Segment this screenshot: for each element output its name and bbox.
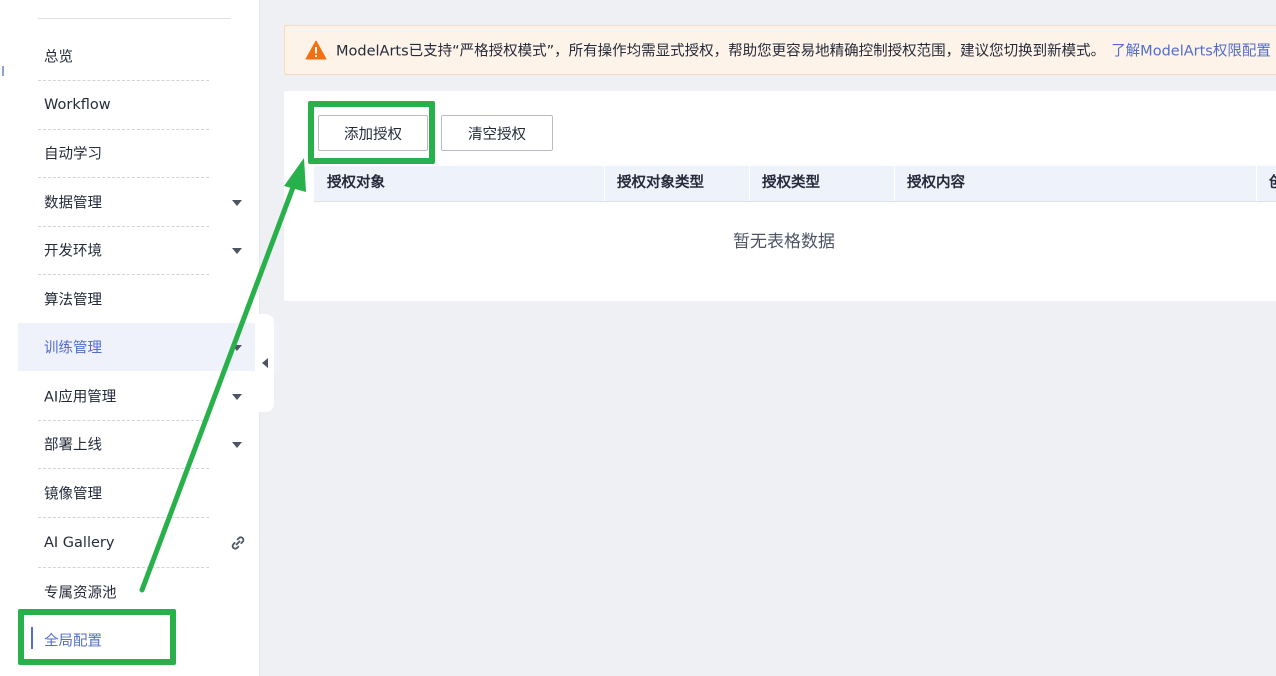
sidebar-item-label: 自动学习 — [44, 146, 102, 163]
left-rail — [0, 0, 18, 676]
column-header[interactable]: 授权类型 — [749, 166, 820, 201]
sidebar-item-image-management[interactable]: 镜像管理 — [38, 469, 259, 518]
notice-banner: ModelArts已支持“严格授权模式”，所有操作均需显式授权，帮助您更容易地精… — [284, 25, 1276, 75]
column-header[interactable]: 授权对象 — [327, 166, 385, 201]
notice-link[interactable]: 了解ModelArts权限配置 — [1111, 44, 1271, 60]
sidebar-item-ai-gallery[interactable]: AI Gallery — [38, 519, 259, 568]
sidebar-item-label: AI应用管理 — [44, 389, 117, 406]
sidebar-item-label: 总览 — [44, 49, 73, 66]
chevron-left-icon — [262, 358, 268, 368]
sidebar-item-label: 部署上线 — [44, 437, 102, 454]
sidebar-item-label: 算法管理 — [44, 292, 102, 309]
sidebar-item-label: 训练管理 — [44, 340, 102, 357]
column-header[interactable]: 授权内容 — [894, 166, 965, 201]
sidebar-item-workflow[interactable]: Workflow — [38, 81, 259, 130]
chevron-down-icon — [232, 442, 242, 448]
clear-authorization-button[interactable]: 清空授权 — [441, 115, 553, 151]
highlight-box-global-config — [18, 609, 176, 665]
chevron-down-icon — [232, 345, 242, 351]
sidebar-item-label: AI Gallery — [44, 535, 115, 551]
column-header[interactable]: 创 — [1256, 166, 1276, 201]
column-separator — [749, 166, 750, 201]
sidebar-item-dev-environment[interactable]: 开发环境 — [38, 226, 259, 275]
sidebar-item-data-management[interactable]: 数据管理 — [38, 178, 259, 227]
chevron-down-icon — [232, 248, 242, 254]
column-separator — [894, 166, 895, 201]
sidebar-item-label: 镜像管理 — [44, 486, 102, 503]
column-header[interactable]: 授权对象类型 — [604, 166, 704, 201]
column-separator — [1256, 166, 1257, 201]
sidebar-item-algorithm-management[interactable]: 算法管理 — [38, 275, 259, 324]
sidebar-item-label: 开发环境 — [44, 243, 102, 260]
sidebar-collapse-button[interactable] — [255, 314, 274, 412]
sidebar-item-deployment[interactable]: 部署上线 — [38, 420, 259, 469]
sidebar-item-label: 专属资源池 — [44, 585, 117, 602]
table-header: 授权对象 授权对象类型 授权类型 授权内容 创 — [314, 166, 1276, 202]
sidebar-divider — [38, 18, 231, 19]
warning-icon — [305, 40, 327, 60]
sidebar-item-label: Workflow — [44, 97, 111, 113]
highlight-box-add-button — [308, 101, 435, 164]
sidebar: 总览 Workflow 自动学习 数据管理 开发环境 算法管理 训练管理 AI应… — [18, 0, 279, 676]
sidebar-item-ai-app-management[interactable]: AI应用管理 — [38, 372, 259, 421]
sidebar-item-overview[interactable]: 总览 — [38, 32, 259, 81]
notice-text: ModelArts已支持“严格授权模式”，所有操作均需显式授权，帮助您更容易地精… — [336, 43, 1106, 60]
link-icon — [231, 536, 245, 550]
sidebar-item-training-management[interactable]: 训练管理 — [18, 323, 279, 371]
notice-text-wrap: ModelArts已支持“严格授权模式”，所有操作均需显式授权，帮助您更容易地精… — [336, 40, 1271, 61]
rail-marker — [2, 66, 4, 76]
divider — [38, 517, 209, 518]
chevron-down-icon — [232, 394, 242, 400]
chevron-down-icon — [232, 200, 242, 206]
sidebar-item-auto-learning[interactable]: 自动学习 — [38, 129, 259, 178]
column-separator — [604, 166, 605, 201]
sidebar-item-label: 数据管理 — [44, 195, 102, 212]
table-empty-text: 暂无表格数据 — [733, 232, 835, 252]
